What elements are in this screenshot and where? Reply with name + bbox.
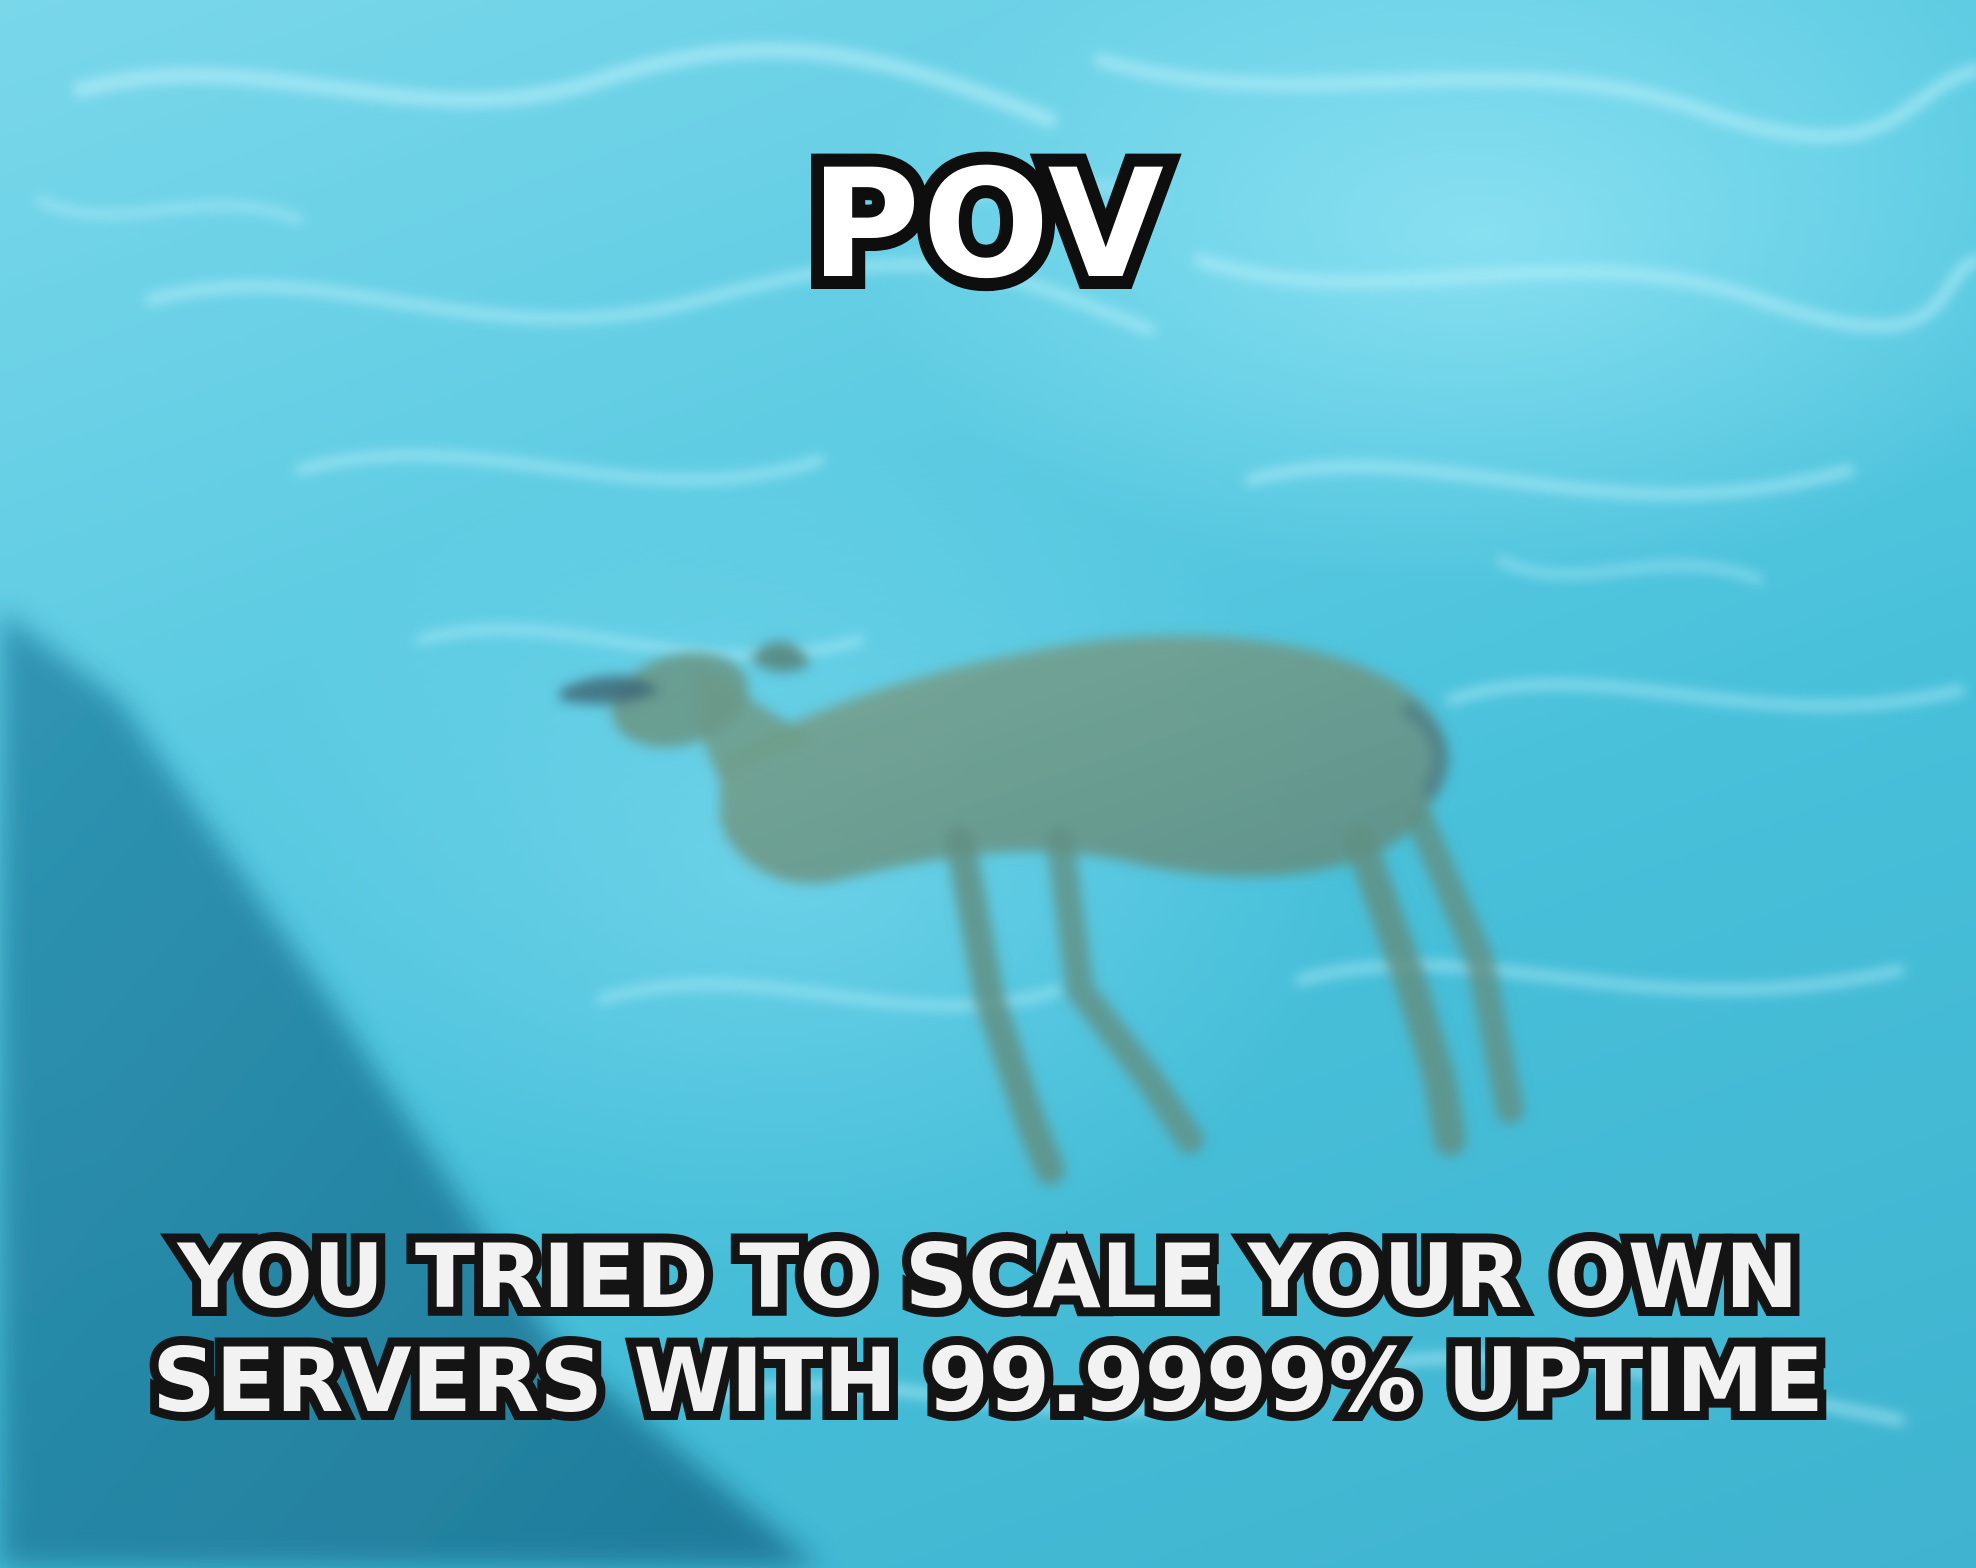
caption-bottom-line-1: YOU TRIED TO SCALE YOUR OWN <box>169 1216 1808 1337</box>
caption-bottom-line-2: SERVERS WITH 99.9999% UPTIME <box>143 1320 1832 1441</box>
deer-figure <box>560 635 1524 1185</box>
caption-top: POV <box>797 137 1177 313</box>
meme-image: POV YOU TRIED TO SCALE YOUR OWN SERVERS … <box>0 0 1976 1568</box>
caption-bottom: YOU TRIED TO SCALE YOUR OWN SERVERS WITH… <box>0 1216 1976 1441</box>
